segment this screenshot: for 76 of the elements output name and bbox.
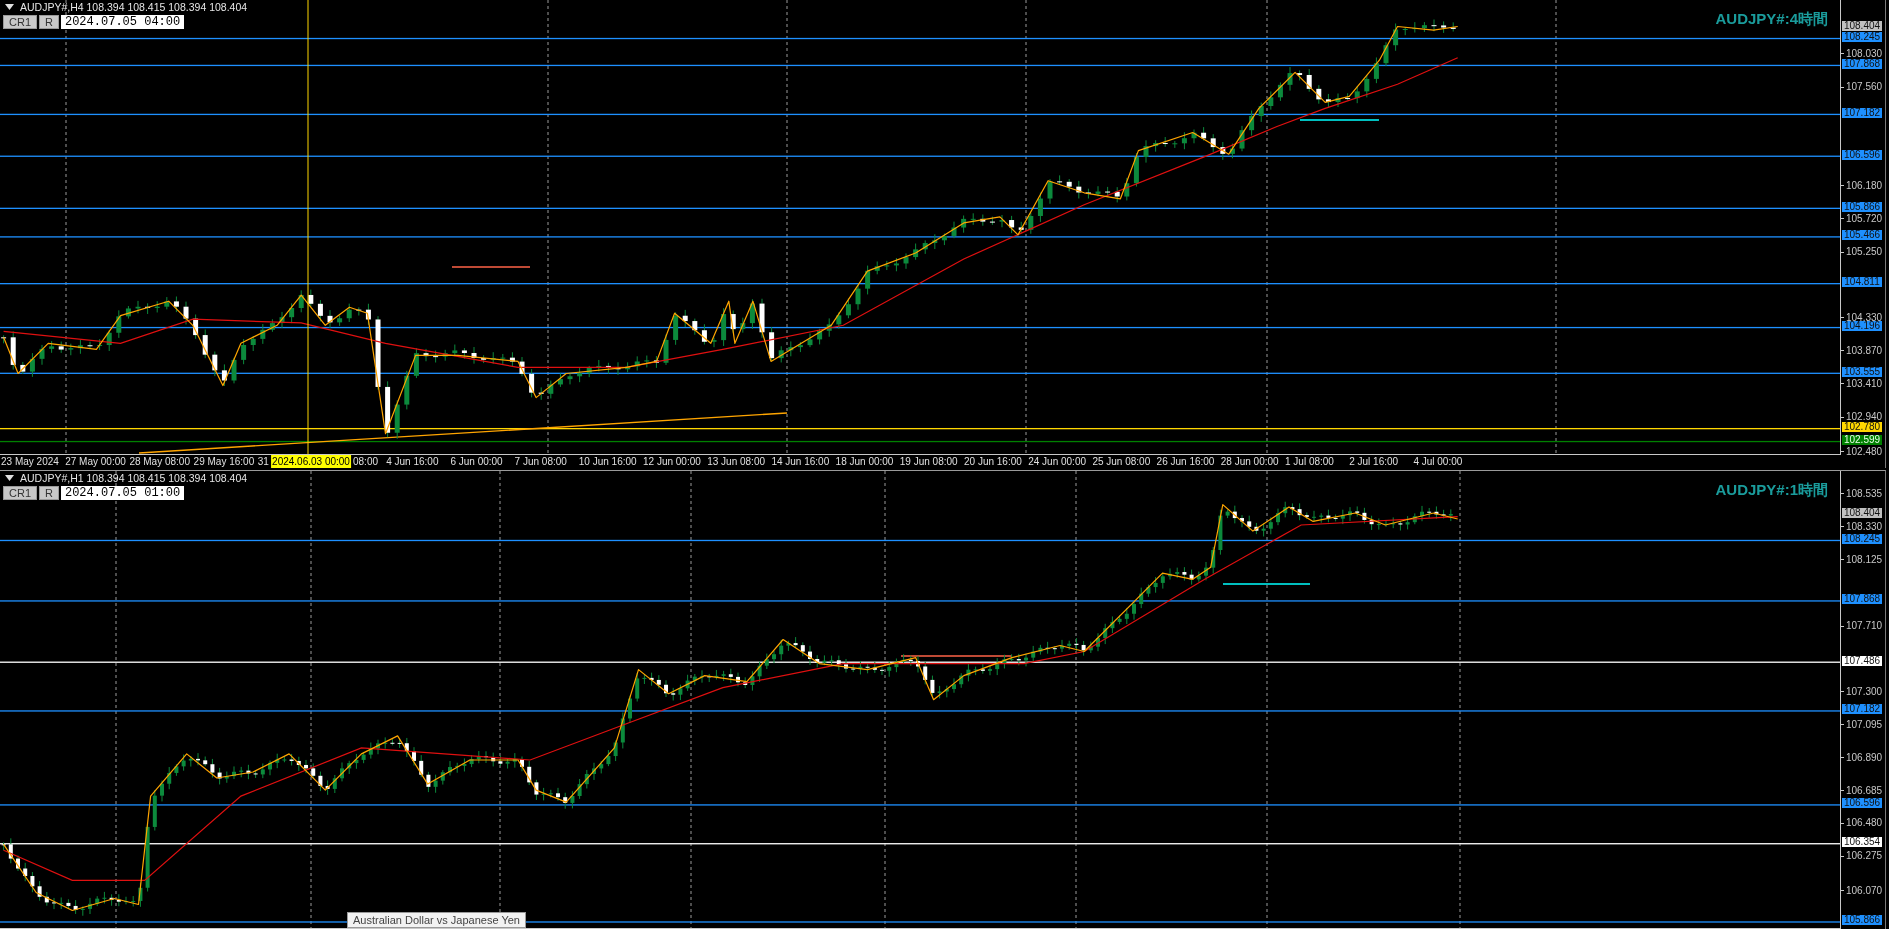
chart-button[interactable]: R bbox=[39, 486, 59, 500]
time-label: 1 Jul 08:00 bbox=[1285, 455, 1334, 468]
price-label: 108.245 bbox=[1842, 533, 1882, 544]
time-label: 2024.06.03 00:00 bbox=[271, 455, 351, 468]
price-tick: 107.710 bbox=[1846, 622, 1883, 631]
price-label: 103.555 bbox=[1842, 366, 1882, 377]
symbol-info: AUDJPY#,H1 108.394 108.415 108.394 108.404 bbox=[20, 472, 248, 484]
price-tick: 106.890 bbox=[1846, 753, 1883, 762]
chart-button[interactable]: CR1 bbox=[3, 486, 37, 500]
price-label: 106.596 bbox=[1842, 149, 1882, 160]
price-label: 105.466 bbox=[1842, 230, 1882, 241]
time-label: 08:00 bbox=[353, 455, 379, 468]
price-label: 104.811 bbox=[1842, 277, 1882, 288]
price-tick: 103.870 bbox=[1846, 346, 1883, 355]
time-label: 28 Jun 00:00 bbox=[1220, 455, 1279, 468]
price-label: 105.866 bbox=[1842, 915, 1882, 926]
price-tick: 108.125 bbox=[1846, 555, 1883, 564]
price-label: 107.868 bbox=[1842, 58, 1882, 69]
price-label: 108.404 bbox=[1842, 508, 1882, 519]
time-label: 14 Jun 16:00 bbox=[771, 455, 830, 468]
price-tick: 102.940 bbox=[1846, 413, 1883, 422]
time-label: 13 Jun 08:00 bbox=[707, 455, 765, 468]
time-label: 18 Jun 00:00 bbox=[835, 455, 894, 468]
price-label: 106.354 bbox=[1842, 837, 1882, 848]
time-label: 20 Jun 16:00 bbox=[964, 455, 1022, 468]
price-tick: 105.720 bbox=[1846, 214, 1883, 223]
price-label: 107.182 bbox=[1842, 704, 1882, 715]
price-tick: 108.535 bbox=[1846, 489, 1883, 498]
time-label: 4 Jul 00:00 bbox=[1413, 455, 1463, 468]
chart-title: AUDJPY#:4時間 bbox=[1715, 10, 1828, 29]
chart-title: AUDJPY#:1時間 bbox=[1715, 481, 1828, 500]
price-label: 106.596 bbox=[1842, 798, 1882, 809]
symbol-info: AUDJPY#,H4 108.394 108.415 108.394 108.404 bbox=[20, 1, 248, 13]
time-label: 6 Jun 00:00 bbox=[450, 455, 503, 468]
tooltip: Australian Dollar vs Japanese Yen bbox=[347, 912, 526, 928]
time-label: 4 Jun 16:00 bbox=[386, 455, 439, 468]
price-label: 104.196 bbox=[1842, 321, 1882, 331]
price-tick: 108.030 bbox=[1846, 49, 1883, 58]
price-label: 107.868 bbox=[1842, 594, 1882, 605]
price-tick: 106.070 bbox=[1846, 886, 1883, 895]
time-label: 29 May 16:00 bbox=[193, 455, 255, 468]
time-label: 12 Jun 00:00 bbox=[643, 455, 701, 468]
time-label: 10 Jun 16:00 bbox=[578, 455, 637, 468]
price-tick: 102.480 bbox=[1846, 447, 1883, 456]
price-tick: 106.685 bbox=[1846, 786, 1883, 795]
chart-button[interactable]: CR1 bbox=[3, 15, 37, 29]
price-tick: 103.410 bbox=[1846, 379, 1883, 388]
price-tick: 106.180 bbox=[1846, 181, 1883, 190]
time-label: 26 Jun 16:00 bbox=[1156, 455, 1215, 468]
time-label: 19 Jun 08:00 bbox=[899, 455, 958, 468]
price-label: 107.182 bbox=[1842, 107, 1882, 118]
price-label: 102.780 bbox=[1842, 422, 1882, 433]
price-tick: 106.275 bbox=[1846, 852, 1883, 861]
price-tick: 107.095 bbox=[1846, 720, 1883, 729]
price-tick: 107.300 bbox=[1846, 687, 1883, 696]
time-label: 25 Jun 08:00 bbox=[1092, 455, 1151, 468]
time-label: 23 May 2024 bbox=[1, 455, 59, 468]
price-tick: 107.560 bbox=[1846, 83, 1883, 92]
price-label: 107.486 bbox=[1842, 655, 1882, 666]
price-tick: 108.330 bbox=[1846, 522, 1883, 531]
time-label: 27 May 00:00 bbox=[65, 455, 126, 468]
price-label: 105.866 bbox=[1842, 201, 1882, 212]
price-tick: 104.330 bbox=[1846, 313, 1883, 322]
time-label: 2 Jul 16:00 bbox=[1349, 455, 1399, 468]
date-field[interactable]: 2024.07.05 04:00 bbox=[60, 15, 185, 29]
time-label: 28 May 08:00 bbox=[129, 455, 190, 468]
date-field[interactable]: 2024.07.05 01:00 bbox=[60, 486, 185, 500]
price-label: 102.599 bbox=[1842, 435, 1882, 445]
price-tick: 106.480 bbox=[1846, 819, 1883, 828]
price-tick: 105.250 bbox=[1846, 248, 1883, 257]
time-label: 31 bbox=[257, 455, 269, 468]
price-label: 108.245 bbox=[1842, 31, 1882, 42]
time-label: 24 Jun 00:00 bbox=[1028, 455, 1086, 468]
time-label: 7 Jun 08:00 bbox=[514, 455, 567, 468]
price-label: 108.404 bbox=[1842, 20, 1882, 31]
chart-button[interactable]: R bbox=[39, 15, 59, 29]
